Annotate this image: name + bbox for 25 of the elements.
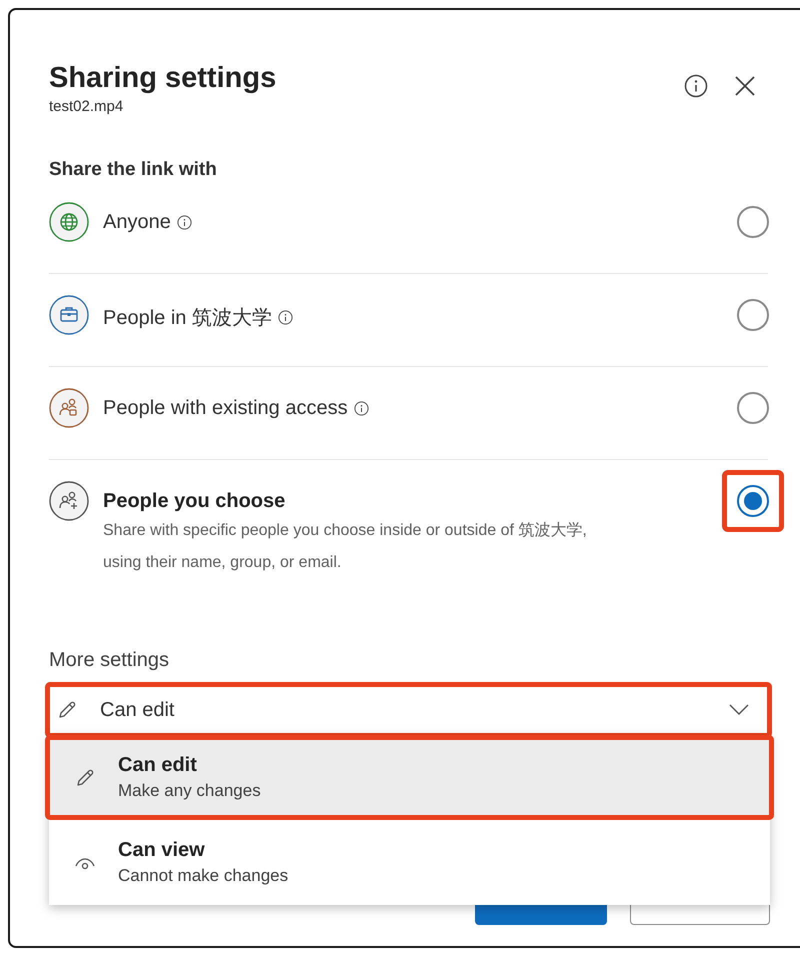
option-description: Share with specific people you choose inside or outside of 筑波大学, using their name, group, or email. [103,520,588,573]
radio-button[interactable] [737,299,769,331]
dialog-title: Sharing settings [49,61,276,96]
close-icon [734,75,756,97]
radio-button[interactable] [737,392,769,424]
file-name: test02.mp4 [49,98,124,115]
option-label[interactable]: People with existing access [103,397,348,420]
organization-icon [49,295,89,335]
globe-icon [49,202,89,242]
info-icon[interactable] [684,74,708,98]
option-label[interactable]: Anyone [103,211,171,234]
radio-button[interactable] [737,485,769,517]
option-label[interactable]: People in 筑波大学 [103,304,272,331]
section-heading: Share the link with [49,159,218,181]
existing-icon [49,388,89,428]
close-button[interactable] [734,75,756,97]
menu-item[interactable]: Can view Cannot make changes [45,820,774,905]
menu-item[interactable]: Can edit Make any changes [45,735,774,820]
permission-dropdown[interactable]: Can edit [45,682,772,738]
section-heading: More settings [49,649,170,672]
radio-button[interactable] [737,206,769,238]
option-label[interactable]: People you choose [103,490,286,513]
choose-icon [49,481,89,521]
eye-icon [74,856,96,870]
chevron-icon [729,704,749,716]
